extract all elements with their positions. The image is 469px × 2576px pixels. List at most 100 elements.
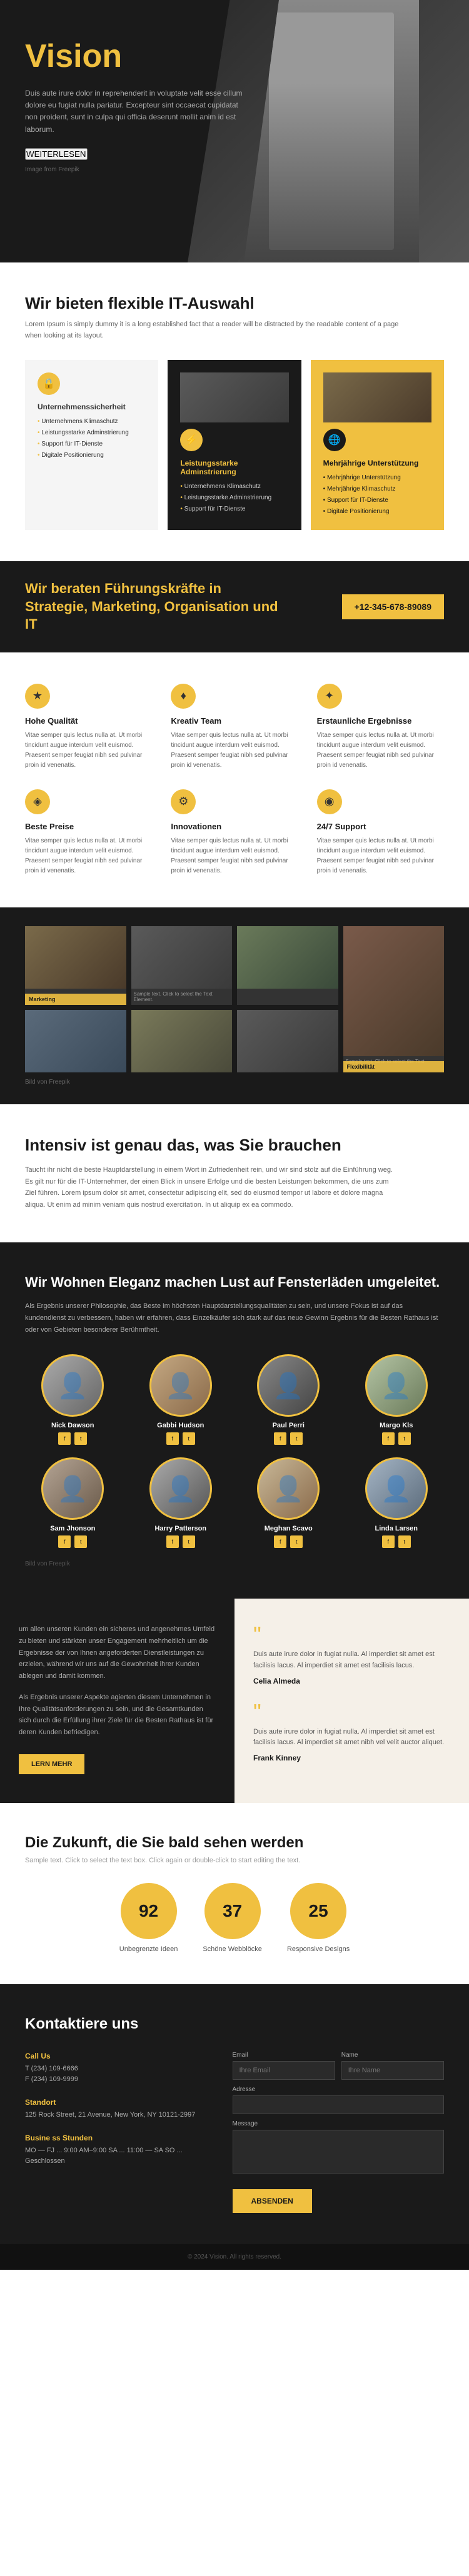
gallery-item-5 [25,1010,126,1072]
person-icon-8: 👤 [381,1474,412,1504]
hero-man-placeholder [269,12,394,250]
quality-title-1: Hohe Qualität [25,716,152,726]
twitter-icon-6[interactable]: t [183,1535,195,1548]
stat-label-2: Schöne Webblöcke [203,1945,262,1953]
team-name-1: Nick Dawson [25,1422,121,1429]
contact-hours: Busine ss Stunden MO — FJ ... 9:00 AM–9:… [25,2134,214,2167]
stat-circle-1: 92 [121,1883,177,1939]
team-avatar-5: 👤 [41,1457,104,1520]
hero-btn[interactable]: WEITERLESEN [25,148,88,160]
gallery-item-6 [131,1010,233,1072]
facebook-icon-4[interactable]: f [382,1432,395,1445]
quality-title-5: Innovationen [171,822,298,831]
team-avatar-4: 👤 [365,1354,428,1417]
testimonial-2: " Duis aute irure dolor in fugiat nulla.… [253,1701,450,1762]
footer: © 2024 Vision. All rights reserved. [0,2244,469,2270]
testimonials-left: um allen unseren Kunden ein sicheres und… [0,1599,234,1802]
gallery-item-2: Sample text. Click to select the Text El… [131,926,233,1005]
facebook-icon-7[interactable]: f [274,1535,286,1548]
twitter-icon-4[interactable]: t [398,1432,411,1445]
form-field-message: Message [233,2120,445,2177]
dark-band-heading: Wir beraten Führungskräfte in Strategie,… [25,580,288,634]
person-icon-6: 👤 [165,1474,196,1504]
email-input[interactable] [233,2061,335,2080]
gallery-img-2 [131,926,233,989]
stats-section: Die Zukunft, die Sie bald sehen werden S… [0,1803,469,1984]
it-subtitle: Lorem Ipsum is simply dummy it is a long… [25,319,400,341]
it-card-list-item: Support für IT-Dienste [38,439,146,450]
submit-button[interactable]: ABSENDEN [233,2189,312,2213]
team-name-3: Paul Perri [241,1422,336,1429]
team-avatar-3: 👤 [257,1354,320,1417]
team-name-7: Meghan Scavo [241,1525,336,1532]
it-card-list-item: Leistungsstarke Adminstrierung [38,427,146,439]
it-card-list-item: Digitale Positionierung [323,506,431,517]
intensiv-section: Intensiv ist genau das, was Sie brauchen… [0,1104,469,1242]
facebook-icon-5[interactable]: f [58,1535,71,1548]
hero-content: Vision Duis aute irure dolor in reprehen… [25,37,250,173]
team-avatar-1: 👤 [41,1354,104,1417]
twitter-icon-7[interactable]: t [290,1535,303,1548]
hero-section: Vision Duis aute irure dolor in reprehen… [0,0,469,262]
gallery-item-7 [237,1010,338,1072]
quality-title-3: Erstaunliche Ergebnisse [317,716,444,726]
intensiv-body: Taucht ihr nicht die beste Hauptdarstell… [25,1164,400,1211]
team-member-harry: 👤 Harry Patterson f t [133,1457,229,1548]
gallery-img-4 [343,926,445,1056]
address-label: Adresse [233,2086,445,2093]
team-social-1: f t [25,1432,121,1445]
twitter-icon-8[interactable]: t [398,1535,411,1548]
hero-title: Vision [25,37,250,75]
gallery-item-4-tall: Flexibilität Sample text. Click to selec… [343,926,445,1072]
quality-title-2: Kreativ Team [171,716,298,726]
team-name-8: Linda Larsen [349,1525,445,1532]
it-card-list-item: Support für IT-Dienste [323,495,431,506]
name-input[interactable] [341,2061,444,2080]
team-member-margo: 👤 Margo Kls f t [349,1354,445,1445]
contact-standort-title: Standort [25,2098,214,2107]
form-row-1: Email Name [233,2052,445,2080]
facebook-icon-1[interactable]: f [58,1432,71,1445]
team-social-3: f t [241,1432,336,1445]
team-social-6: f t [133,1535,229,1548]
twitter-icon-2[interactable]: t [183,1432,195,1445]
contact-heading: Kontaktiere uns [25,2015,444,2033]
name-label: Name [341,2052,444,2059]
quality-icon-1: ★ [25,684,50,709]
person-icon-7: 👤 [273,1474,304,1504]
team-name-5: Sam Jhonson [25,1525,121,1532]
testimonial-text-1: Duis aute irure dolor in fugiat nulla. A… [253,1649,450,1671]
facebook-icon-8[interactable]: f [382,1535,395,1548]
it-card-img-2 [180,372,288,422]
quality-innovationen: ⚙ Innovationen Vitae semper quis lectus … [171,789,298,876]
team-grid: 👤 Nick Dawson f t 👤 Gabbi Hudson f t 👤 P… [25,1354,444,1548]
quote-icon-2: " [253,1701,450,1724]
address-input[interactable] [233,2095,445,2114]
it-card-title-1: Unternehmens­sicherheit [38,402,146,411]
team-avatar-6: 👤 [149,1457,212,1520]
gallery-img-3 [237,926,338,989]
it-card-unternehmens: 🔒 Unternehmens­sicherheit Unternehmens K… [25,360,158,530]
team-member-gabbi: 👤 Gabbi Hudson f t [133,1354,229,1445]
it-card-list-item: Leistungsstarke Adminstrierung [180,492,288,504]
twitter-icon-3[interactable]: t [290,1432,303,1445]
contact-info: Call Us T (234) 109-6666 F (234) 109-999… [25,2052,214,2213]
it-card-list-item: Unternehmens Klimaschutz [38,416,146,427]
facebook-icon-6[interactable]: f [166,1535,179,1548]
learn-more-btn[interactable]: LERN MEHR [19,1754,84,1774]
person-icon-4: 👤 [381,1371,412,1400]
it-card-icon-3: 🌐 [323,429,346,451]
facebook-icon-3[interactable]: f [274,1432,286,1445]
it-card-list-1: Unternehmens Klimaschutz Leistungsstarke… [38,416,146,461]
twitter-icon-1[interactable]: t [74,1432,87,1445]
person-icon-3: 👤 [273,1371,304,1400]
team-member-sam: 👤 Sam Jhonson f t [25,1457,121,1548]
twitter-icon-5[interactable]: t [74,1535,87,1548]
message-textarea[interactable] [233,2130,445,2174]
contact-call-us: Call Us T (234) 109-6666 F (234) 109-999… [25,2052,214,2085]
facebook-icon-2[interactable]: f [166,1432,179,1445]
it-card-list-item: Mehrjährige Klimaschutz [323,484,431,495]
contact-standort-address: 125 Rock Street, 21 Avenue, New York, NY… [25,2110,214,2121]
testimonials-left-text-2: Als Ergebnis unserer Aspekte agierten di… [19,1692,216,1739]
gallery-img-5 [25,1010,126,1072]
